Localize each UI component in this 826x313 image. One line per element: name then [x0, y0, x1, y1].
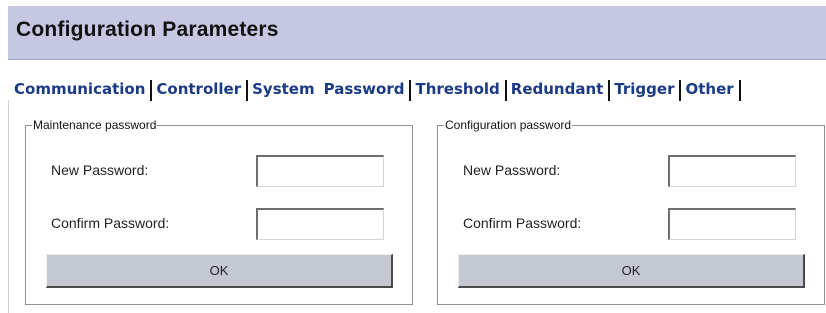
content-left-border: [8, 100, 9, 313]
configuration-ok-button[interactable]: OK: [458, 254, 805, 288]
tab-communication[interactable]: Communication: [12, 80, 153, 101]
maintenance-new-password-label: New Password:: [51, 162, 149, 178]
maintenance-password-group: Maintenance password New Password: Confi…: [25, 118, 413, 305]
maintenance-ok-button[interactable]: OK: [46, 254, 393, 288]
configuration-new-password-input[interactable]: [668, 155, 796, 187]
maintenance-password-legend: Maintenance password: [32, 118, 158, 132]
configuration-new-password-label: New Password:: [463, 162, 561, 178]
configuration-password-legend: Configuration password: [444, 118, 573, 132]
maintenance-new-password-input[interactable]: [256, 155, 384, 187]
configuration-confirm-password-input[interactable]: [668, 208, 796, 240]
configuration-password-group: Configuration password New Password: Con…: [437, 118, 825, 305]
tab-bar: Communication Controller System Password…: [12, 71, 741, 101]
tab-password[interactable]: Password: [320, 80, 412, 101]
maintenance-confirm-password-label: Confirm Password:: [51, 215, 170, 231]
page-header: Configuration Parameters: [8, 6, 826, 60]
tab-controller[interactable]: Controller: [152, 80, 249, 101]
maintenance-confirm-password-input[interactable]: [256, 208, 384, 240]
page-title: Configuration Parameters: [16, 18, 279, 41]
configuration-confirm-password-label: Confirm Password:: [463, 215, 582, 231]
tab-system[interactable]: System: [248, 80, 319, 101]
tab-threshold[interactable]: Threshold: [411, 80, 507, 101]
tab-other[interactable]: Other: [681, 80, 741, 101]
tab-trigger[interactable]: Trigger: [610, 80, 682, 101]
tab-redundant[interactable]: Redundant: [507, 80, 611, 101]
